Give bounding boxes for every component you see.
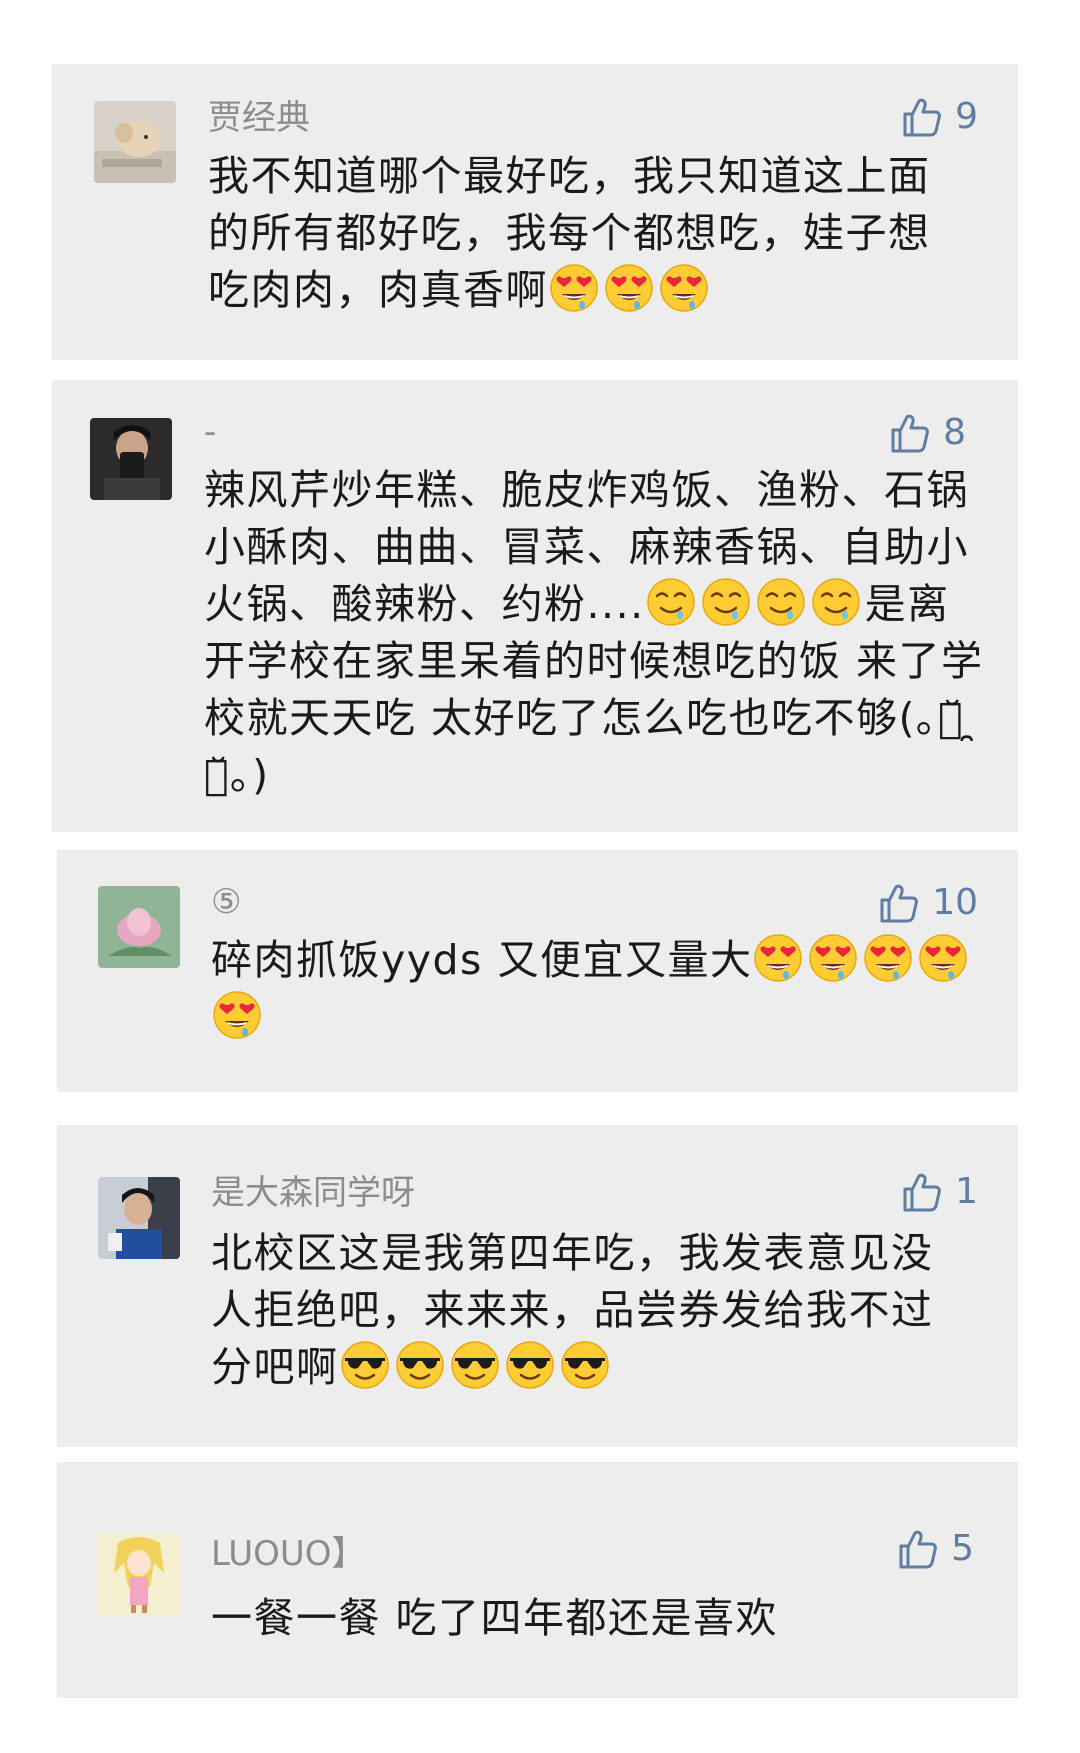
author-name[interactable]: 贾经典 — [208, 98, 310, 138]
sunglasses-face-icon — [449, 1339, 501, 1391]
heart-eyes-face-icon — [917, 932, 969, 984]
like-button[interactable]: 5 — [895, 1526, 974, 1572]
heart-eyes-face-icon — [658, 262, 710, 314]
comment-text: 我不知道哪个最好吃，我只知道这上面的所有都好吃，我每个都想吃，娃子想吃肉肉，肉真… — [208, 148, 968, 319]
comment-body: 一餐一餐 吃了四年都还是喜欢 — [211, 1594, 779, 1642]
heart-eyes-face-icon — [548, 262, 600, 314]
emoji-row — [548, 264, 713, 314]
like-count: 5 — [951, 1528, 974, 1569]
author-name[interactable]: 是大森同学呀 — [211, 1173, 415, 1213]
heart-eyes-face-icon — [807, 932, 859, 984]
avatar[interactable] — [98, 1533, 180, 1615]
thumbs-up-icon — [887, 411, 931, 455]
thumbs-up-icon — [899, 1170, 943, 1214]
emoji-row — [339, 1341, 614, 1391]
comment-card: 贾经典 9 我不知道哪个最好吃，我只知道这上面的所有都好吃，我每个都想吃，娃子想… — [52, 64, 1018, 360]
comment-text: 辣风芹炒年糕、脆皮炸鸡饭、渔粉、石锅小酥肉、曲曲、冒菜、麻辣香锅、自助小火锅、酸… — [204, 462, 984, 804]
author-name[interactable]: - — [204, 412, 216, 452]
drooling-face-icon — [755, 576, 807, 628]
avatar[interactable] — [94, 101, 176, 183]
like-button[interactable]: 1 — [899, 1169, 978, 1215]
emoji-row — [645, 578, 865, 628]
like-button[interactable]: 10 — [876, 880, 978, 926]
drooling-face-icon — [645, 576, 697, 628]
thumbs-up-icon — [876, 881, 920, 925]
like-button[interactable]: 9 — [899, 94, 978, 140]
avatar[interactable] — [98, 886, 180, 968]
like-count: 10 — [932, 882, 978, 923]
sunglasses-face-icon — [504, 1339, 556, 1391]
avatar[interactable] — [98, 1177, 180, 1259]
drooling-face-icon — [810, 576, 862, 628]
comment-body: 碎肉抓饭yyds 又便宜又量大 — [211, 936, 753, 984]
thumbs-up-icon — [899, 95, 943, 139]
author-name[interactable]: ⑤ — [211, 882, 241, 922]
drooling-face-icon — [700, 576, 752, 628]
author-name[interactable]: LUOUO】 — [211, 1534, 366, 1574]
like-count: 9 — [955, 96, 978, 137]
comment-text: 碎肉抓饭yyds 又便宜又量大 — [211, 932, 1001, 1046]
avatar[interactable] — [90, 418, 172, 500]
heart-eyes-face-icon — [211, 989, 263, 1041]
sunglasses-face-icon — [559, 1339, 611, 1391]
comment-card: - 8 辣风芹炒年糕、脆皮炸鸡饭、渔粉、石锅小酥肉、曲曲、冒菜、麻辣香锅、自助小… — [52, 380, 1018, 832]
heart-eyes-face-icon — [603, 262, 655, 314]
comment-text: 北校区这是我第四年吃，我发表意见没人拒绝吧，来来来，品尝券发给我不过分吧啊 — [211, 1225, 971, 1396]
sunglasses-face-icon — [339, 1339, 391, 1391]
comment-card: ⑤ 10 碎肉抓饭yyds 又便宜又量大 — [57, 850, 1018, 1092]
heart-eyes-face-icon — [752, 932, 804, 984]
comment-card: LUOUO】 5 一餐一餐 吃了四年都还是喜欢 — [57, 1462, 1018, 1698]
like-count: 1 — [955, 1171, 978, 1212]
thumbs-up-icon — [895, 1527, 939, 1571]
comment-text: 一餐一餐 吃了四年都还是喜欢 — [211, 1590, 971, 1647]
heart-eyes-face-icon — [862, 932, 914, 984]
like-count: 8 — [943, 412, 966, 453]
comment-card: 是大森同学呀 1 北校区这是我第四年吃，我发表意见没人拒绝吧，来来来，品尝券发给… — [57, 1125, 1018, 1447]
like-button[interactable]: 8 — [887, 410, 966, 456]
sunglasses-face-icon — [394, 1339, 446, 1391]
